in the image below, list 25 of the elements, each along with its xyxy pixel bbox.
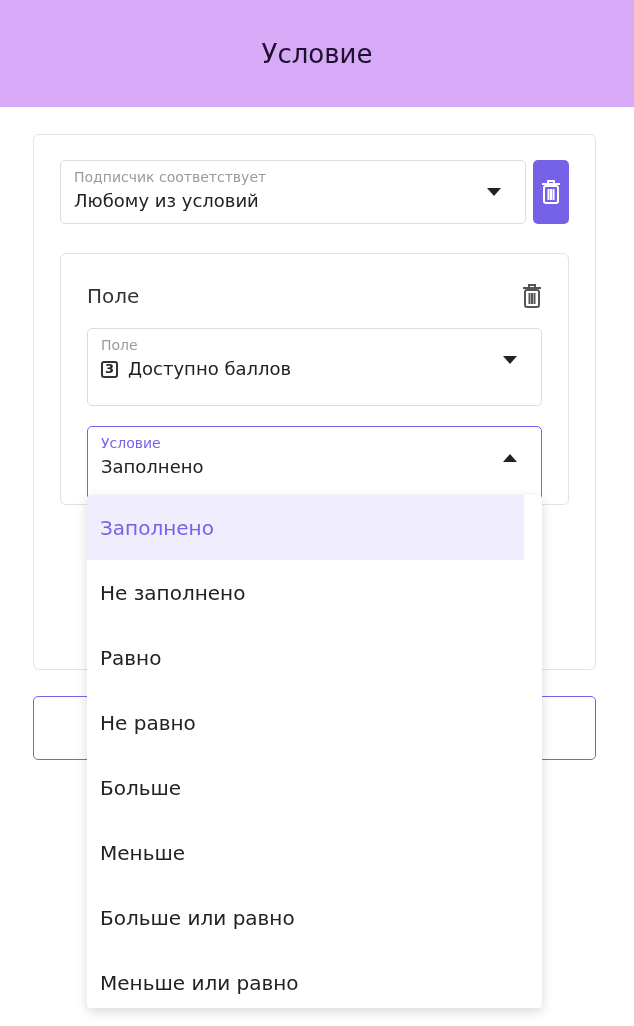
card-title: Поле xyxy=(87,284,140,308)
caret-icon xyxy=(503,454,517,462)
page-title: Условие xyxy=(261,38,373,69)
number-type-icon: 3 xyxy=(101,360,118,378)
select-field[interactable]: Подписчик соответствует Любому из условий xyxy=(60,160,526,224)
menu-option[interactable]: Меньше xyxy=(87,820,524,885)
caret-icon xyxy=(487,188,501,196)
menu-option[interactable]: Равно xyxy=(87,625,524,690)
menu-option[interactable]: Больше xyxy=(87,755,524,820)
select-field[interactable]: Поле 3 Доступно баллов xyxy=(87,328,542,406)
menu-option[interactable]: Заполнено xyxy=(87,495,524,560)
caret-icon xyxy=(503,356,517,364)
menu-option[interactable]: Меньше или равно xyxy=(87,950,524,1008)
trash-icon xyxy=(522,284,542,308)
menu-option[interactable]: Больше или равно xyxy=(87,885,524,950)
delete-button[interactable] xyxy=(533,160,569,224)
field-value: Заполнено xyxy=(101,455,204,479)
trash-icon xyxy=(541,180,561,204)
menu-option[interactable]: Не заполнено xyxy=(87,560,524,625)
field-value: Любому из условий xyxy=(74,189,259,213)
field-label: Условие xyxy=(101,434,162,452)
field-label: Подписчик соответствует xyxy=(74,168,268,186)
menu-option[interactable]: Не равно xyxy=(87,690,524,755)
field-label: Поле xyxy=(101,336,139,354)
field-value: Доступно баллов xyxy=(128,357,292,381)
